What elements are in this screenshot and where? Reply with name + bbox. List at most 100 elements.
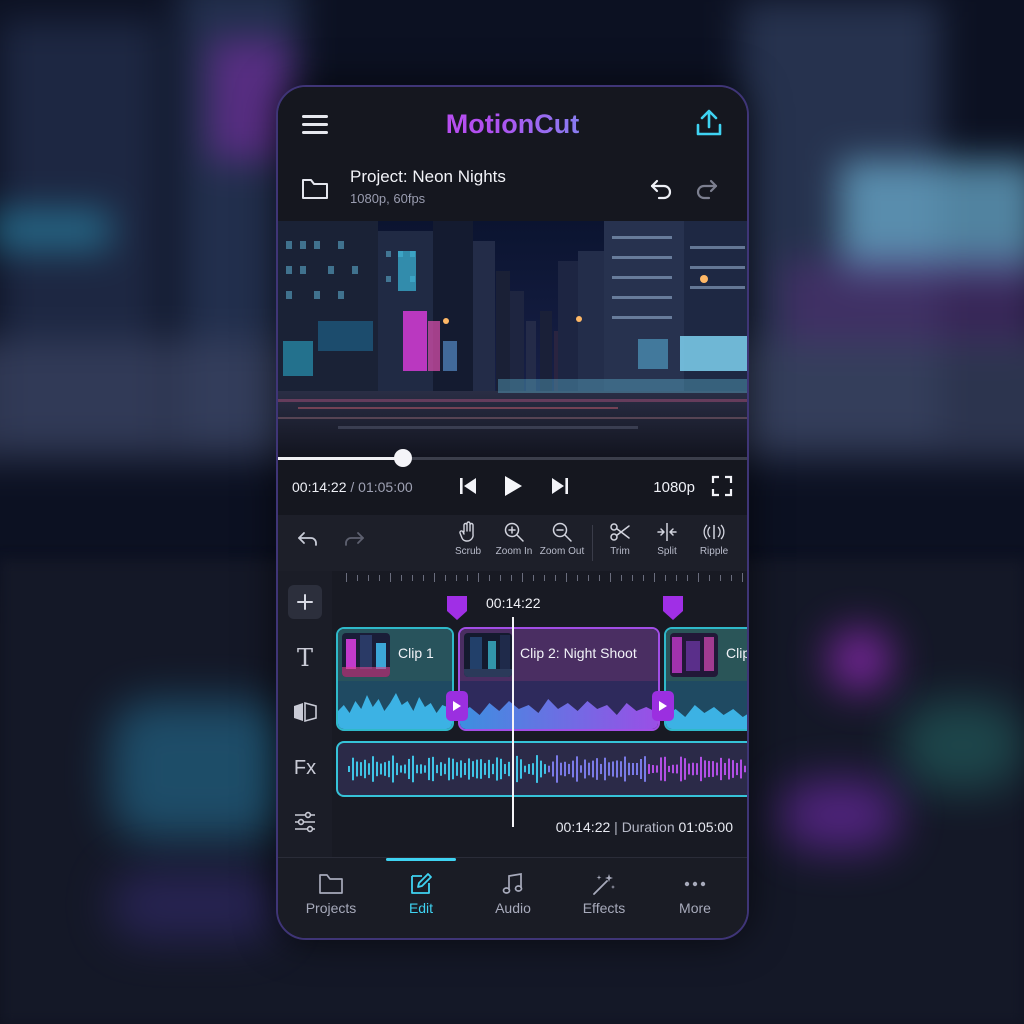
nav-more[interactable]: More bbox=[650, 858, 740, 938]
time-separator: / bbox=[346, 479, 359, 495]
skip-forward-icon[interactable] bbox=[550, 475, 570, 497]
nav-edit[interactable]: Edit bbox=[376, 858, 466, 938]
ruler-tick bbox=[434, 573, 435, 582]
waveform-bar bbox=[612, 761, 614, 777]
nav-effects[interactable]: Effects bbox=[559, 858, 649, 938]
waveform-bar bbox=[704, 760, 706, 778]
tool-ripple[interactable]: Ripple bbox=[688, 521, 740, 557]
playhead-time-label: 00:14:22 bbox=[486, 595, 541, 611]
nav-projects[interactable]: Projects bbox=[286, 858, 376, 938]
ruler-tick bbox=[599, 575, 600, 581]
tool-scrub[interactable]: Scrub bbox=[442, 521, 494, 557]
project-bar: Project: Neon Nights 1080p, 60fps bbox=[278, 163, 747, 219]
waveform-bar bbox=[564, 761, 566, 777]
ruler-tick bbox=[478, 573, 479, 582]
adjustments-button[interactable] bbox=[288, 805, 322, 839]
waveform-bar bbox=[572, 760, 574, 778]
fullscreen-icon[interactable] bbox=[711, 475, 733, 497]
nav-label: Projects bbox=[305, 900, 357, 916]
ruler-tick bbox=[698, 573, 699, 582]
waveform-bar bbox=[464, 763, 466, 775]
add-track-button[interactable] bbox=[288, 585, 322, 619]
waveform-bar bbox=[380, 763, 382, 775]
tool-split[interactable]: Split bbox=[641, 521, 693, 557]
clip-1[interactable]: Clip 1 bbox=[336, 627, 454, 731]
tool-label: Trim bbox=[610, 546, 630, 557]
video-preview[interactable] bbox=[278, 221, 747, 457]
tool-trim[interactable]: Trim bbox=[594, 521, 646, 557]
tool-label: Split bbox=[657, 546, 677, 557]
ruler-tick bbox=[412, 575, 413, 581]
nav-audio[interactable]: Audio bbox=[468, 858, 558, 938]
playhead[interactable] bbox=[512, 617, 514, 827]
tool-zoom-in[interactable]: Zoom In bbox=[488, 521, 540, 557]
transition-marker[interactable] bbox=[446, 691, 468, 721]
waveform-bar bbox=[368, 763, 370, 775]
waveform-bar bbox=[404, 764, 406, 774]
marker-pin-icon[interactable] bbox=[662, 595, 684, 621]
audio-track[interactable] bbox=[336, 741, 747, 797]
app-logo-title: MotionCut bbox=[278, 109, 747, 140]
progress-scrubber[interactable] bbox=[278, 449, 747, 467]
resolution-selector[interactable]: 1080p bbox=[653, 479, 695, 496]
play-icon[interactable] bbox=[502, 475, 524, 497]
progress-knob[interactable] bbox=[394, 449, 413, 467]
ruler-tick bbox=[489, 575, 490, 581]
preview-frame-image bbox=[278, 221, 747, 457]
time-ruler[interactable] bbox=[332, 571, 747, 585]
transition-marker[interactable] bbox=[652, 691, 674, 721]
waveform-bar bbox=[584, 759, 586, 779]
timeline-panel: T Fx 00:14:22 Clip 1 Clip 2: Night Shoot… bbox=[278, 571, 747, 857]
clip-3[interactable]: Clip bbox=[664, 627, 747, 731]
waveform-bar bbox=[656, 765, 658, 773]
ruler-tick bbox=[665, 575, 666, 581]
toolbar-divider bbox=[592, 525, 593, 561]
skip-back-icon[interactable] bbox=[458, 475, 478, 497]
waveform-bar bbox=[508, 761, 510, 777]
audio-waveform bbox=[348, 755, 746, 783]
export-upload-icon[interactable] bbox=[693, 107, 725, 139]
waveform-bar bbox=[352, 757, 354, 781]
timeline-redo-icon[interactable] bbox=[342, 527, 366, 551]
waveform-bar bbox=[680, 756, 682, 782]
waveform-bar bbox=[424, 765, 426, 773]
text-tool-button[interactable]: T bbox=[288, 641, 322, 675]
folder-icon[interactable] bbox=[300, 175, 330, 203]
undo-icon[interactable] bbox=[647, 175, 675, 203]
waveform-bar bbox=[676, 764, 678, 774]
transition-tool-button[interactable] bbox=[288, 695, 322, 729]
waveform-bar bbox=[468, 758, 470, 780]
marker-pin-icon[interactable] bbox=[446, 595, 468, 621]
waveform-bar bbox=[360, 762, 362, 776]
ruler-tick bbox=[709, 575, 710, 581]
waveform-bar bbox=[372, 756, 374, 782]
transition-icon bbox=[294, 701, 317, 723]
current-time: 00:14:22 bbox=[292, 479, 347, 495]
ruler-tick bbox=[731, 575, 732, 581]
waveform-bar bbox=[568, 763, 570, 775]
waveform-bar bbox=[388, 760, 390, 778]
waveform-bar bbox=[620, 761, 622, 777]
waveform-bar bbox=[472, 761, 474, 777]
waveform-bar bbox=[504, 764, 506, 774]
waveform-bar bbox=[456, 762, 458, 776]
video-track: Clip 1 Clip 2: Night Shoot Clip bbox=[336, 627, 747, 733]
waveform-bar bbox=[448, 757, 450, 781]
waveform-bar bbox=[716, 762, 718, 776]
ruler-tick bbox=[500, 575, 501, 581]
redo-icon[interactable] bbox=[693, 175, 721, 203]
tool-zoom-out[interactable]: Zoom Out bbox=[536, 521, 588, 557]
clip-thumbnail bbox=[670, 633, 718, 677]
timeline-undo-icon[interactable] bbox=[296, 527, 320, 551]
ruler-tick bbox=[632, 575, 633, 581]
waveform-bar bbox=[488, 759, 490, 779]
waveform-bar bbox=[672, 764, 674, 774]
waveform-bar bbox=[592, 760, 594, 778]
waveform-bar bbox=[552, 761, 554, 777]
status-separator: | bbox=[610, 819, 622, 835]
music-note-icon bbox=[502, 872, 523, 894]
clip-2[interactable]: Clip 2: Night Shoot bbox=[458, 627, 660, 731]
effects-tool-button[interactable]: Fx bbox=[288, 751, 322, 785]
play-small-icon bbox=[453, 701, 461, 711]
tool-label: Scrub bbox=[454, 546, 482, 557]
